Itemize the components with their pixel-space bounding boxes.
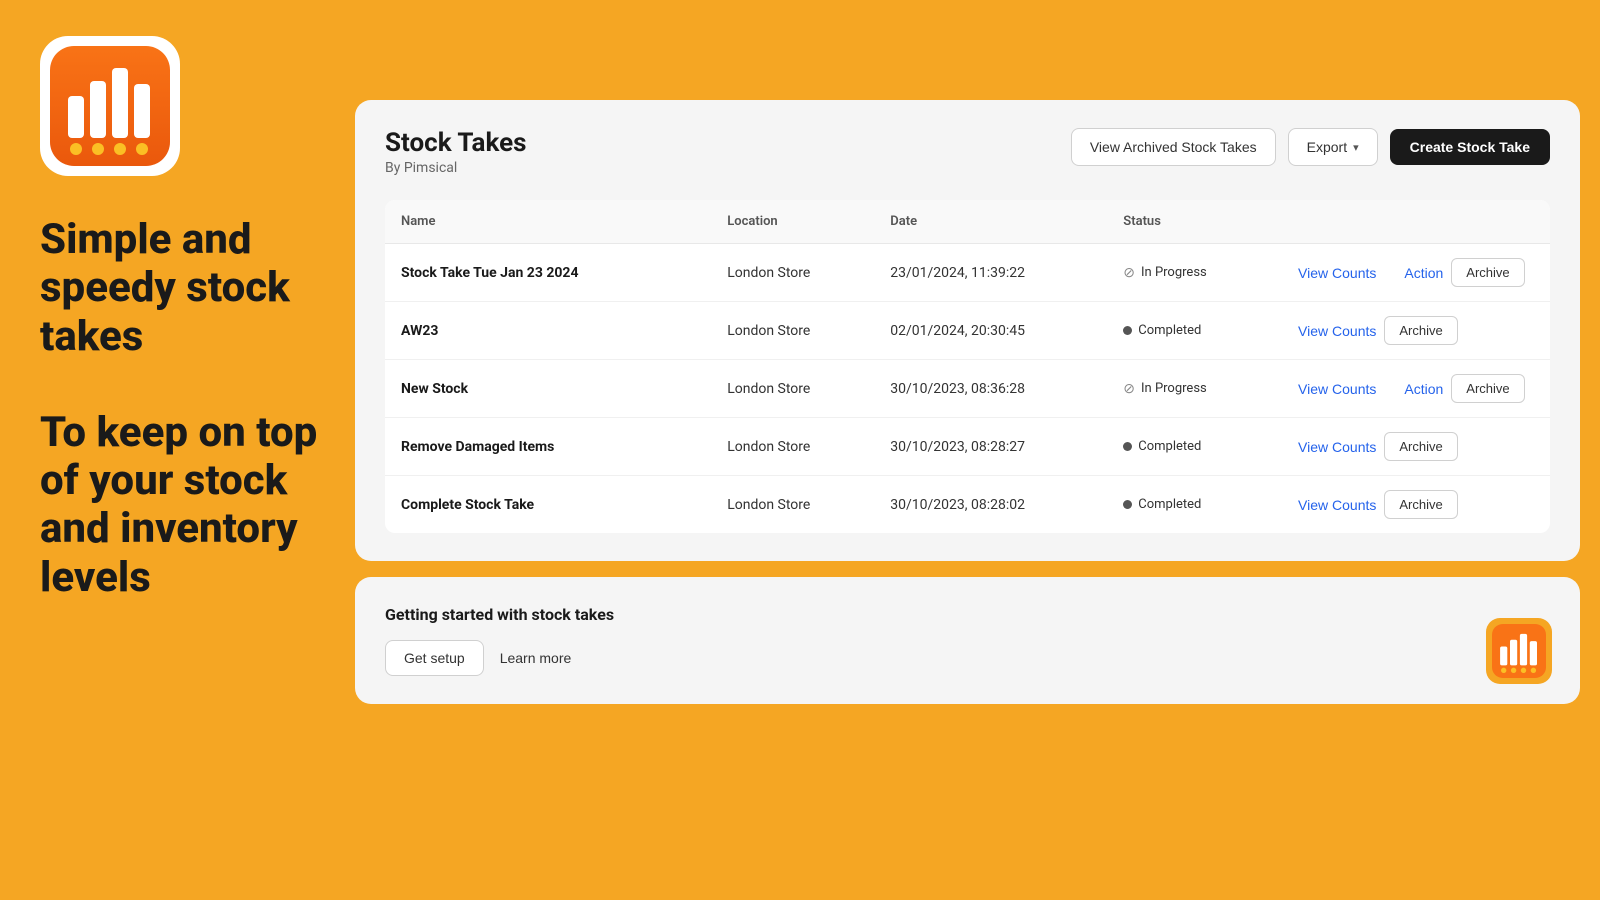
stock-takes-table: Name Location Date Status Stock Take Tue… xyxy=(385,200,1550,533)
col-header-location: Location xyxy=(711,200,874,244)
row-name: AW23 xyxy=(385,302,711,360)
action-button[interactable]: Action xyxy=(1404,381,1443,397)
left-panel: Simple and speedy stock takes To keep on… xyxy=(0,0,360,900)
table-row: Stock Take Tue Jan 23 2024London Store23… xyxy=(385,244,1550,302)
archive-button[interactable]: Archive xyxy=(1451,258,1524,287)
row-location: London Store xyxy=(711,360,874,418)
status-dot-icon xyxy=(1123,326,1132,335)
row-status: Completed xyxy=(1107,418,1282,476)
export-label: Export xyxy=(1307,139,1347,155)
status-text: Completed xyxy=(1138,439,1201,454)
table-header-row: Name Location Date Status xyxy=(385,200,1550,244)
archive-button[interactable]: Archive xyxy=(1384,316,1457,345)
col-header-name: Name xyxy=(385,200,711,244)
status-inprogress-icon: ⊘ xyxy=(1123,265,1135,281)
row-status: ⊘ In Progress xyxy=(1107,360,1282,418)
row-name: New Stock xyxy=(385,360,711,418)
learn-more-button[interactable]: Learn more xyxy=(500,650,572,666)
status-text: In Progress xyxy=(1141,381,1207,396)
row-actions: View Counts Action Archive xyxy=(1282,244,1550,302)
row-date: 23/01/2024, 11:39:22 xyxy=(874,244,1107,302)
row-name: Stock Take Tue Jan 23 2024 xyxy=(385,244,711,302)
row-actions: View Counts Archive xyxy=(1282,418,1550,476)
col-header-date: Date xyxy=(874,200,1107,244)
status-text: Completed xyxy=(1138,323,1201,338)
status-text: Completed xyxy=(1138,497,1201,512)
view-counts-button[interactable]: View Counts xyxy=(1298,497,1376,513)
row-actions: View Counts Archive xyxy=(1282,302,1550,360)
archive-button[interactable]: Archive xyxy=(1451,374,1524,403)
row-location: London Store xyxy=(711,476,874,534)
stock-takes-card: Stock Takes By Pimsical View Archived St… xyxy=(355,100,1580,561)
row-location: London Store xyxy=(711,302,874,360)
action-button[interactable]: Action xyxy=(1404,265,1443,281)
table-row: Remove Damaged ItemsLondon Store30/10/20… xyxy=(385,418,1550,476)
row-date: 30/10/2023, 08:28:27 xyxy=(874,418,1107,476)
row-status: Completed xyxy=(1107,302,1282,360)
row-date: 30/10/2023, 08:36:28 xyxy=(874,360,1107,418)
status-inprogress-icon: ⊘ xyxy=(1123,381,1135,397)
main-panel: Stock Takes By Pimsical View Archived St… xyxy=(355,100,1580,880)
tagline-2: To keep on top of your stock and invento… xyxy=(40,409,320,602)
status-dot-icon xyxy=(1123,442,1132,451)
setup-label: Get setup xyxy=(404,650,465,666)
row-location: London Store xyxy=(711,244,874,302)
page-title: Stock Takes xyxy=(385,128,527,158)
create-stock-take-button[interactable]: Create Stock Take xyxy=(1390,129,1550,165)
header-actions: View Archived Stock Takes Export ▾ Creat… xyxy=(1071,128,1550,166)
export-button[interactable]: Export ▾ xyxy=(1288,128,1378,166)
learn-label: Learn more xyxy=(500,650,572,666)
row-status: Completed xyxy=(1107,476,1282,534)
status-text: In Progress xyxy=(1141,265,1207,280)
table-row: New StockLondon Store30/10/2023, 08:36:2… xyxy=(385,360,1550,418)
getting-started-actions: Get setup Learn more xyxy=(385,640,1550,676)
table-row: Complete Stock TakeLondon Store30/10/202… xyxy=(385,476,1550,534)
get-setup-button[interactable]: Get setup xyxy=(385,640,484,676)
archive-button[interactable]: Archive xyxy=(1384,432,1457,461)
view-counts-button[interactable]: View Counts xyxy=(1298,265,1376,281)
view-counts-button[interactable]: View Counts xyxy=(1298,323,1376,339)
view-counts-button[interactable]: View Counts xyxy=(1298,439,1376,455)
col-header-actions xyxy=(1282,200,1550,244)
archive-button[interactable]: Archive xyxy=(1384,490,1457,519)
view-archived-button[interactable]: View Archived Stock Takes xyxy=(1071,128,1276,166)
card-title-group: Stock Takes By Pimsical xyxy=(385,128,527,176)
status-dot-icon xyxy=(1123,500,1132,509)
page-subtitle: By Pimsical xyxy=(385,160,527,176)
card-header: Stock Takes By Pimsical View Archived St… xyxy=(385,128,1550,176)
row-date: 02/01/2024, 20:30:45 xyxy=(874,302,1107,360)
col-header-status: Status xyxy=(1107,200,1282,244)
table-row: AW23London Store02/01/2024, 20:30:45 Comp… xyxy=(385,302,1550,360)
app-logo xyxy=(40,36,180,176)
getting-started-card: Getting started with stock takes Get set… xyxy=(355,577,1580,704)
row-status: ⊘ In Progress xyxy=(1107,244,1282,302)
view-archived-label: View Archived Stock Takes xyxy=(1090,139,1257,155)
tagline-1: Simple and speedy stock takes xyxy=(40,216,320,361)
row-actions: View Counts Archive xyxy=(1282,476,1550,534)
getting-started-title: Getting started with stock takes xyxy=(385,605,1550,624)
create-label: Create Stock Take xyxy=(1410,139,1530,155)
row-date: 30/10/2023, 08:28:02 xyxy=(874,476,1107,534)
row-name: Remove Damaged Items xyxy=(385,418,711,476)
chevron-down-icon: ▾ xyxy=(1353,141,1359,154)
row-name: Complete Stock Take xyxy=(385,476,711,534)
view-counts-button[interactable]: View Counts xyxy=(1298,381,1376,397)
row-location: London Store xyxy=(711,418,874,476)
row-actions: View Counts Action Archive xyxy=(1282,360,1550,418)
mini-logo xyxy=(1486,618,1552,684)
